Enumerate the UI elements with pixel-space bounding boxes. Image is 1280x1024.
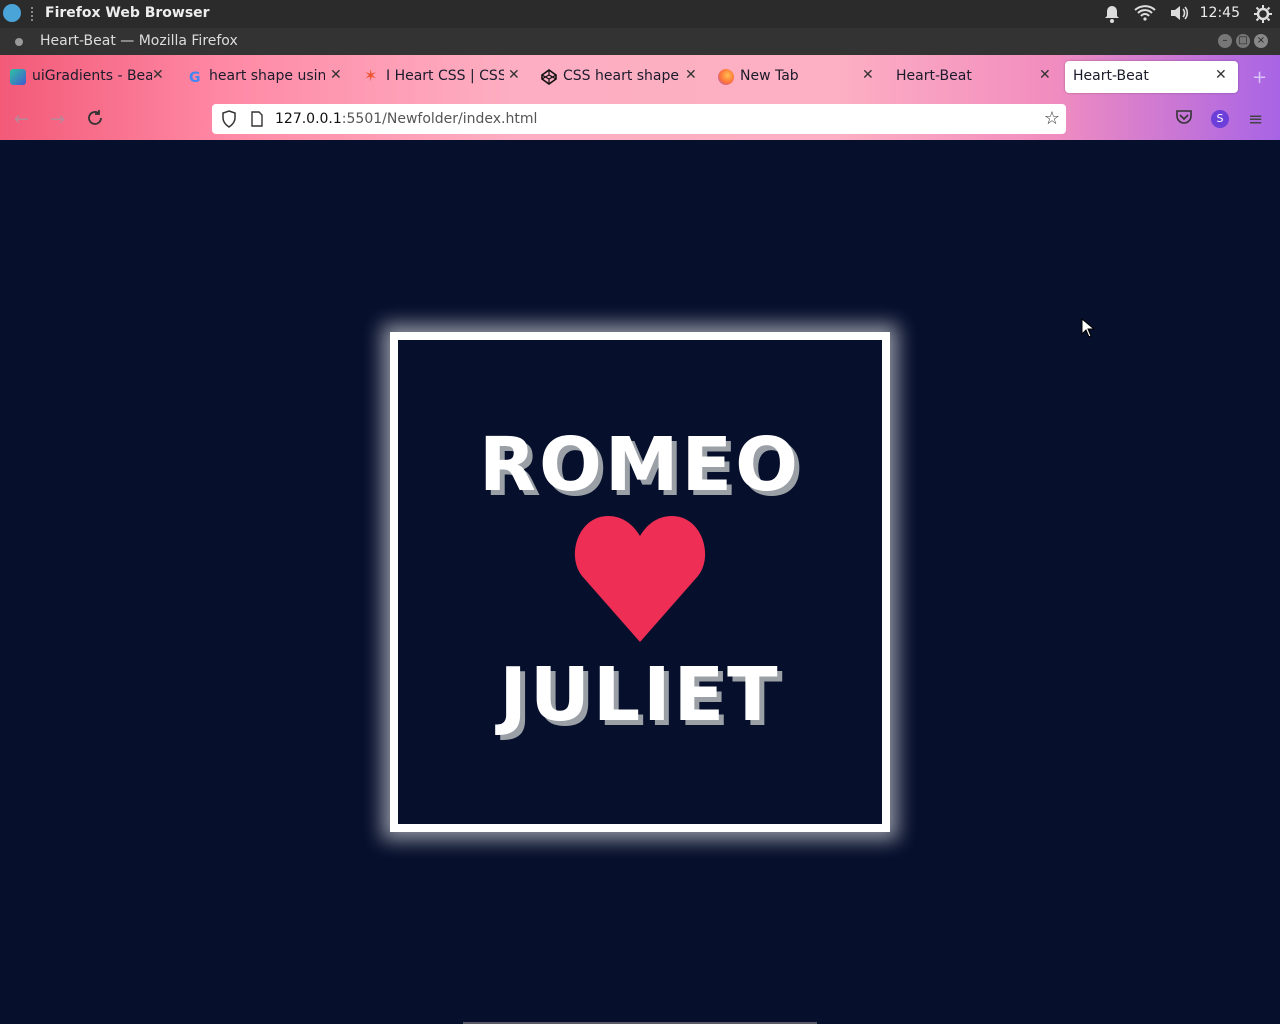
tab-uigradients[interactable]: uiGradients - Beau ✕ bbox=[0, 61, 176, 93]
close-tab-icon[interactable]: ✕ bbox=[152, 67, 164, 83]
maximize-icon[interactable]: □ bbox=[1236, 34, 1250, 48]
heart-icon bbox=[574, 514, 706, 646]
url-host: 127.0.0.1 bbox=[275, 111, 342, 127]
shield-icon[interactable] bbox=[221, 110, 237, 132]
volume-icon[interactable] bbox=[1170, 5, 1190, 25]
hamburger-menu-icon[interactable]: ≡ bbox=[1248, 109, 1263, 130]
window-title: Heart-Beat — Mozilla Firefox bbox=[40, 33, 238, 49]
close-tab-icon[interactable]: ✕ bbox=[508, 67, 520, 83]
tab-heart-beat[interactable]: Heart-Beat ✕ bbox=[885, 61, 1061, 93]
juliet-heading: JULIET bbox=[499, 652, 781, 738]
tab-label: Heart-Beat bbox=[896, 68, 972, 84]
wifi-icon[interactable] bbox=[1134, 5, 1156, 25]
account-avatar[interactable]: S bbox=[1211, 110, 1229, 128]
close-tab-icon[interactable]: ✕ bbox=[1215, 67, 1227, 83]
close-tab-icon[interactable]: ✕ bbox=[1039, 67, 1051, 83]
romeo-heading: ROMEO bbox=[479, 422, 801, 508]
heart-card: ROMEO JULIET bbox=[390, 332, 890, 832]
window-title-bar: Heart-Beat — Mozilla Firefox – □ × bbox=[0, 28, 1280, 55]
close-window-icon[interactable]: × bbox=[1254, 34, 1268, 48]
window-menu-icon[interactable] bbox=[15, 38, 23, 46]
url-path: :5501/Newfolder/index.html bbox=[341, 111, 538, 127]
minimize-icon[interactable]: – bbox=[1218, 34, 1232, 48]
page-info-icon[interactable] bbox=[250, 111, 264, 131]
tab-new-tab[interactable]: New Tab ✕ bbox=[708, 61, 884, 93]
url-text[interactable]: 127.0.0.1:5501/Newfolder/index.html bbox=[275, 111, 537, 127]
back-button[interactable]: ← bbox=[14, 109, 29, 130]
tab-label: New Tab bbox=[740, 68, 799, 84]
close-tab-icon[interactable]: ✕ bbox=[862, 67, 874, 83]
svg-text:G: G bbox=[189, 70, 201, 85]
bell-icon[interactable] bbox=[1104, 5, 1120, 27]
codepen-icon bbox=[541, 69, 557, 85]
forward-button[interactable]: → bbox=[50, 109, 65, 130]
tab-label: uiGradients - Beau bbox=[32, 68, 152, 84]
close-tab-icon[interactable]: ✕ bbox=[685, 67, 697, 83]
url-bar[interactable]: 127.0.0.1:5501/Newfolder/index.html ☆ bbox=[212, 104, 1066, 134]
bookmark-star-icon[interactable]: ☆ bbox=[1044, 108, 1060, 129]
grip-icon bbox=[31, 7, 37, 21]
navigation-toolbar: ← → 127.0.0.1:5501/Newfolder/index.html … bbox=[0, 99, 1280, 140]
reload-button[interactable] bbox=[86, 109, 104, 132]
browser-chrome: uiGradients - Beau ✕ G heart shape using… bbox=[0, 55, 1280, 140]
tab-label: Heart-Beat bbox=[1073, 68, 1149, 84]
google-icon: G bbox=[187, 69, 203, 86]
tab-google[interactable]: G heart shape using ✕ bbox=[177, 61, 353, 93]
activities-icon[interactable] bbox=[3, 4, 21, 22]
tab-codepen[interactable]: CSS heart shape ✕ bbox=[531, 61, 707, 93]
tab-label: heart shape using bbox=[209, 68, 325, 84]
app-name[interactable]: Firefox Web Browser bbox=[45, 5, 210, 21]
pocket-icon[interactable] bbox=[1175, 109, 1193, 130]
firefox-icon bbox=[718, 69, 734, 85]
tab-label: CSS heart shape bbox=[563, 68, 680, 84]
system-top-bar: Firefox Web Browser 12:45 bbox=[0, 0, 1280, 28]
tab-iheartcss[interactable]: ✶ I Heart CSS | CSS-T ✕ bbox=[354, 61, 530, 93]
tab-label: I Heart CSS | CSS-T bbox=[386, 68, 504, 84]
uigradients-icon bbox=[10, 69, 26, 85]
tab-heart-beat-active[interactable]: Heart-Beat ✕ bbox=[1065, 61, 1238, 93]
new-tab-button[interactable]: + bbox=[1252, 67, 1267, 88]
power-settings-icon[interactable] bbox=[1254, 5, 1272, 27]
tab-strip: uiGradients - Beau ✕ G heart shape using… bbox=[0, 55, 1280, 99]
iheartcss-icon: ✶ bbox=[364, 66, 378, 85]
close-tab-icon[interactable]: ✕ bbox=[330, 67, 342, 83]
page-viewport: ROMEO JULIET bbox=[0, 140, 1280, 1024]
clock[interactable]: 12:45 bbox=[1200, 5, 1240, 21]
